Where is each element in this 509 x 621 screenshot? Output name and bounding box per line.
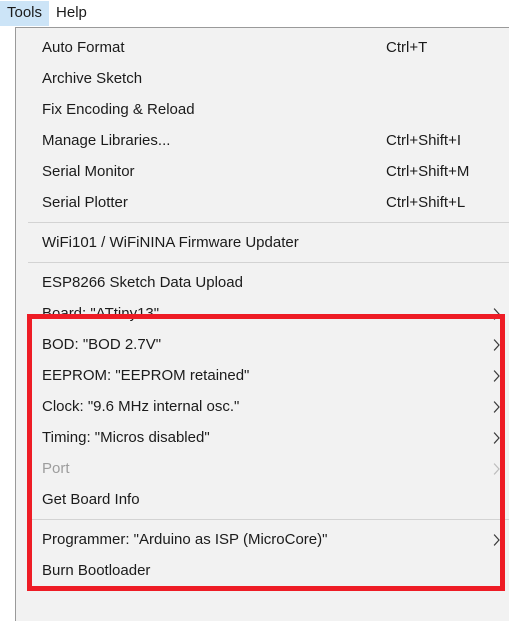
menu-bar: Tools Help [0,0,509,27]
menu-separator [28,519,509,520]
menu-item: Port [16,453,509,484]
menu-separator [28,262,509,263]
menu-item[interactable]: Auto Format Ctrl+T [16,32,509,63]
tools-dropdown-menu: Auto Format Ctrl+T Archive Sketch Fix Encod… [15,27,509,621]
menu-item[interactable]: Serial Monitor Ctrl+Shift+M [16,156,509,187]
menu-item-label: Programmer: "Arduino as ISP (MicroCore)" [42,531,328,548]
menu-item-label: Timing: "Micros disabled" [42,429,210,446]
menu-item-label: Auto Format [42,39,125,56]
menu-item[interactable]: Get Board Info [16,484,509,515]
menu-item[interactable]: Archive Sketch [16,63,509,94]
menu-item-list: Auto Format Ctrl+T Archive Sketch Fix Encod… [16,28,509,586]
menu-item-label: Fix Encoding & Reload [42,101,195,118]
menubar-item-help[interactable]: Help [49,1,94,26]
chevron-right-icon [492,400,502,414]
menu-item-shortcut: Ctrl+Shift+L [386,194,466,211]
menu-item-label: ESP8266 Sketch Data Upload [42,274,243,291]
menu-item[interactable]: Board: "ATtiny13" [16,298,509,329]
menu-separator [28,222,509,223]
menu-item-shortcut: Ctrl+T [386,39,428,56]
menu-item-label: Manage Libraries... [42,132,171,149]
chevron-right-icon [492,533,502,547]
menu-item-label: Board: "ATtiny13" [42,305,160,322]
menu-item-label: Clock: "9.6 MHz internal osc." [42,398,240,415]
chevron-right-icon [492,431,502,445]
menu-item[interactable]: Clock: "9.6 MHz internal osc." [16,391,509,422]
menu-item-label: EEPROM: "EEPROM retained" [42,367,250,384]
menu-item-label: BOD: "BOD 2.7V" [42,336,162,353]
menu-item[interactable]: Fix Encoding & Reload [16,94,509,125]
menu-item-label: Serial Plotter [42,194,128,211]
chevron-right-icon [492,338,502,352]
menu-item-shortcut: Ctrl+Shift+M [386,163,470,180]
chevron-right-icon [492,369,502,383]
chevron-right-icon [492,307,502,321]
menu-item[interactable]: WiFi101 / WiFiNINA Firmware Updater [16,227,509,258]
menubar-item-tools[interactable]: Tools [0,1,50,26]
menu-item[interactable]: Manage Libraries... Ctrl+Shift+I [16,125,509,156]
menu-item-label: Serial Monitor [42,163,135,180]
menu-item[interactable]: Serial Plotter Ctrl+Shift+L [16,187,509,218]
chevron-right-icon [492,462,502,476]
menu-item[interactable]: EEPROM: "EEPROM retained" [16,360,509,391]
menu-item[interactable]: ESP8266 Sketch Data Upload [16,267,509,298]
menu-item-label: Archive Sketch [42,70,143,87]
menu-item[interactable]: Burn Bootloader [16,555,509,586]
menu-item-label: Port [42,460,70,477]
menu-item-label: Burn Bootloader [42,562,151,579]
menu-item[interactable]: BOD: "BOD 2.7V" [16,329,509,360]
menu-item-label: Get Board Info [42,491,140,508]
menu-item-label: WiFi101 / WiFiNINA Firmware Updater [42,234,299,251]
menu-item[interactable]: Timing: "Micros disabled" [16,422,509,453]
menu-item[interactable]: Programmer: "Arduino as ISP (MicroCore)" [16,524,509,555]
menu-item-shortcut: Ctrl+Shift+I [386,132,462,149]
